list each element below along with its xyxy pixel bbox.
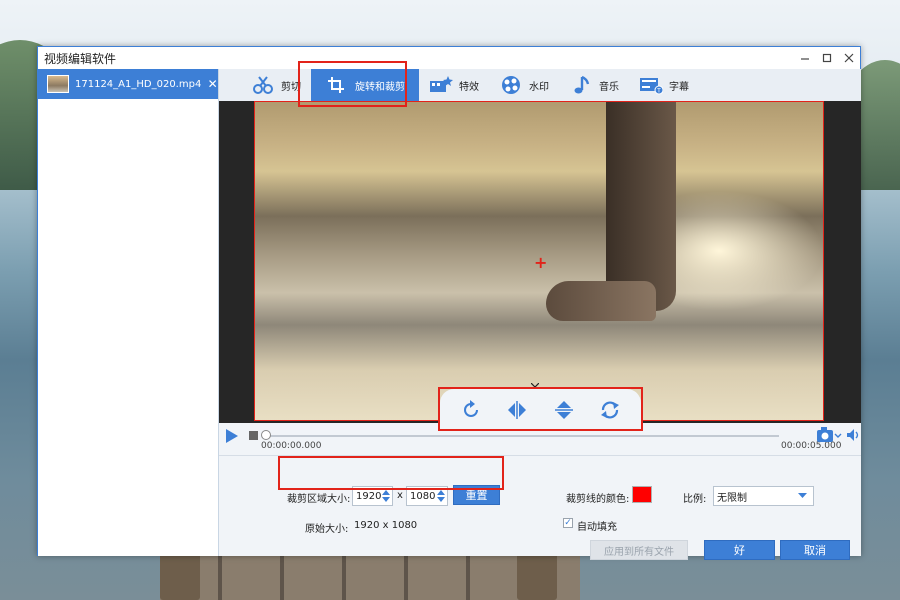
maximize-button[interactable] <box>816 48 838 68</box>
editor-window: 视频编辑软件 171124_A1_HD_020.mp4 ✕ 剪切 旋转和裁剪 特… <box>37 46 861 560</box>
camera-icon <box>817 427 842 442</box>
file-list: 171124_A1_HD_020.mp4 ✕ <box>38 69 219 556</box>
close-button[interactable] <box>838 48 860 68</box>
ratio-select[interactable]: 无限制 <box>713 486 814 506</box>
flip-horizontal-button[interactable] <box>504 397 530 423</box>
tab-music-label: 音乐 <box>599 81 619 93</box>
stop-button[interactable] <box>249 431 258 440</box>
line-color-swatch[interactable] <box>632 486 652 503</box>
svg-text:T: T <box>656 88 661 95</box>
volume-button[interactable] <box>846 428 860 445</box>
music-icon <box>569 74 593 96</box>
height-stepper[interactable] <box>437 488 445 504</box>
original-size-label: 原始大小: <box>305 524 349 535</box>
autofill-label: 自动填充 <box>577 522 617 533</box>
remove-file-icon[interactable]: ✕ <box>207 77 218 91</box>
tab-subtitle[interactable]: T 字幕 <box>629 69 699 101</box>
snapshot-button[interactable] <box>816 426 842 447</box>
cut-icon <box>251 74 275 96</box>
file-list-item[interactable]: 171124_A1_HD_020.mp4 ✕ <box>38 69 218 99</box>
width-stepper[interactable] <box>382 488 390 504</box>
crop-height-value: 1080 <box>410 490 436 502</box>
crop-center-icon: + <box>534 253 548 272</box>
original-size-value: 1920 x 1080 <box>354 520 418 531</box>
rotate-clockwise-button[interactable] <box>458 397 484 423</box>
ok-button[interactable]: 好 <box>704 540 775 560</box>
play-button[interactable] <box>225 428 239 447</box>
size-separator: x <box>397 490 403 501</box>
rotate-clockwise-icon <box>464 400 479 417</box>
reset-button[interactable]: 重置 <box>453 485 500 505</box>
collapse-chevron-icon[interactable] <box>530 381 540 391</box>
edit-toolbar: 剪切 旋转和裁剪 特效 水印 音乐 T 字幕 <box>219 69 861 101</box>
tab-cut-label: 剪切 <box>281 81 301 93</box>
stepper-up-icon <box>382 490 390 495</box>
line-color-label: 裁剪线的颜色: <box>566 494 630 505</box>
title-bar: 视频编辑软件 <box>38 47 860 69</box>
effects-icon <box>429 74 453 96</box>
video-preview: + <box>219 101 861 431</box>
tab-effects[interactable]: 特效 <box>419 69 489 101</box>
tab-music[interactable]: 音乐 <box>559 69 629 101</box>
close-icon <box>844 53 854 63</box>
crop-height-input[interactable]: 1080 <box>406 486 448 506</box>
player-controls: 00:00:00.000 00:00:05.000 <box>219 423 861 455</box>
tab-cut[interactable]: 剪切 <box>241 69 311 101</box>
cancel-button[interactable]: 取消 <box>780 540 850 560</box>
volume-icon <box>847 429 859 441</box>
editor-main: 剪切 旋转和裁剪 特效 水印 音乐 T 字幕 + 00:00:00.000 00… <box>219 69 861 560</box>
crop-area-label: 裁剪区域大小: <box>287 494 351 505</box>
subtitle-icon: T <box>639 74 663 96</box>
autofill-checkbox[interactable]: ✓ <box>563 518 573 528</box>
play-icon <box>226 429 238 443</box>
crop-width-input[interactable]: 1920 <box>352 486 393 506</box>
ratio-label: 比例: <box>683 494 707 505</box>
video-thumbnail <box>47 75 69 93</box>
tab-watermark[interactable]: 水印 <box>489 69 559 101</box>
tab-watermark-label: 水印 <box>529 81 549 93</box>
seek-track[interactable] <box>264 435 779 437</box>
tab-effects-label: 特效 <box>459 81 479 93</box>
seek-knob[interactable] <box>261 430 271 440</box>
rotate-cycle-icon <box>600 401 619 419</box>
stepper-up-icon <box>437 490 445 495</box>
rotate-crop-icon <box>325 74 349 96</box>
tab-rotate-crop[interactable]: 旋转和裁剪 <box>311 69 419 101</box>
tab-rotate-crop-label: 旋转和裁剪 <box>355 81 405 93</box>
flip-vertical-icon <box>554 401 573 419</box>
flip-horizontal-icon <box>508 401 527 419</box>
crop-width-value: 1920 <box>356 490 382 502</box>
stepper-down-icon <box>437 497 445 502</box>
file-name: 171124_A1_HD_020.mp4 <box>75 78 202 90</box>
apply-all-button[interactable]: 应用到所有文件 <box>590 540 688 560</box>
watermark-icon <box>499 74 523 96</box>
rotate-cycle-button[interactable] <box>597 397 623 423</box>
ratio-value: 无限制 <box>717 492 747 504</box>
minimize-button[interactable] <box>794 48 816 68</box>
minimize-icon <box>801 58 809 60</box>
current-time: 00:00:00.000 <box>261 441 322 451</box>
crop-settings: 裁剪区域大小: 1920 x 1080 重置 原始大小: 1920 x 1080… <box>219 455 861 560</box>
tab-subtitle-label: 字幕 <box>669 81 689 93</box>
chevron-down-icon <box>798 493 807 498</box>
flip-vertical-button[interactable] <box>551 397 577 423</box>
window-title: 视频编辑软件 <box>44 51 117 66</box>
maximize-icon <box>822 53 832 63</box>
stepper-down-icon <box>382 497 390 502</box>
